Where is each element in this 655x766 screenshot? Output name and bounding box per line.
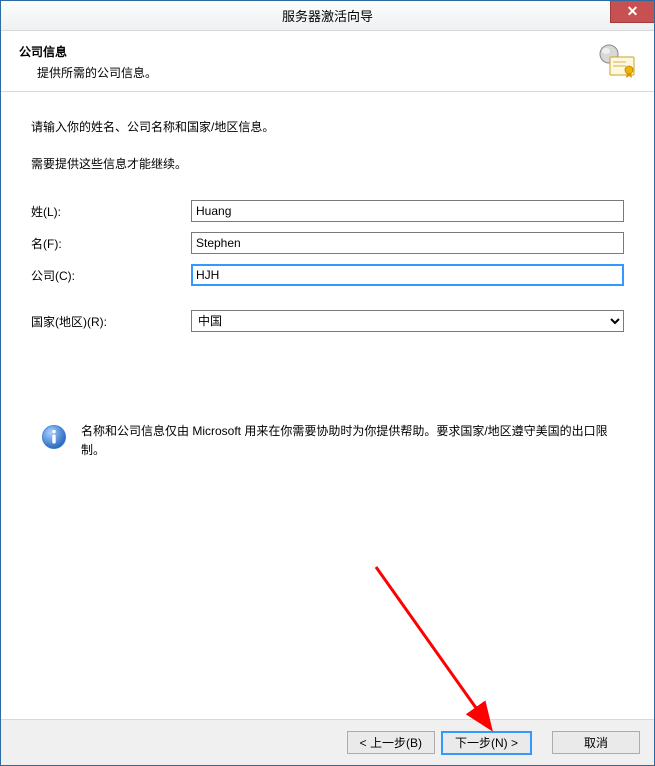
country-label: 国家(地区)(R):	[31, 313, 191, 330]
info-row: 名称和公司信息仅由 Microsoft 用来在你需要协助时为你提供帮助。要求国家…	[31, 422, 624, 460]
cancel-button[interactable]: 取消	[552, 731, 640, 754]
close-icon: ✕	[627, 3, 639, 20]
info-text: 名称和公司信息仅由 Microsoft 用来在你需要协助时为你提供帮助。要求国家…	[81, 422, 614, 460]
info-icon	[41, 424, 67, 450]
company-input[interactable]	[191, 264, 624, 286]
instruction-text-2: 需要提供这些信息才能继续。	[31, 155, 624, 172]
header-section: 公司信息 提供所需的公司信息。	[1, 31, 654, 92]
body-section: 请输入你的姓名、公司名称和国家/地区信息。 需要提供这些信息才能继续。 姓(L)…	[1, 92, 654, 719]
header-title: 公司信息	[19, 43, 596, 60]
close-button[interactable]: ✕	[610, 1, 654, 23]
back-button[interactable]: < 上一步(B)	[347, 731, 435, 754]
lastname-input[interactable]	[191, 200, 624, 222]
firstname-input[interactable]	[191, 232, 624, 254]
firstname-row: 名(F):	[31, 232, 624, 254]
lastname-row: 姓(L):	[31, 200, 624, 222]
header-text: 公司信息 提供所需的公司信息。	[19, 43, 596, 81]
firstname-label: 名(F):	[31, 235, 191, 252]
company-row: 公司(C):	[31, 264, 624, 286]
footer-buttons: < 上一步(B) 下一步(N) > 取消	[1, 719, 654, 765]
certificate-icon	[596, 43, 636, 79]
lastname-label: 姓(L):	[31, 203, 191, 220]
wizard-window: 服务器激活向导 ✕ 公司信息 提供所需的公司信息。 请输入你的姓名、公司名称和国…	[0, 0, 655, 766]
country-row: 国家(地区)(R): 中国	[31, 296, 624, 332]
country-select[interactable]: 中国	[191, 310, 624, 332]
header-subtitle: 提供所需的公司信息。	[19, 64, 596, 81]
instruction-text-1: 请输入你的姓名、公司名称和国家/地区信息。	[31, 118, 624, 135]
titlebar: 服务器激活向导 ✕	[1, 1, 654, 31]
next-button[interactable]: 下一步(N) >	[441, 731, 532, 755]
window-title: 服务器激活向导	[282, 6, 373, 25]
company-label: 公司(C):	[31, 267, 191, 284]
arrow-annotation	[371, 562, 501, 732]
